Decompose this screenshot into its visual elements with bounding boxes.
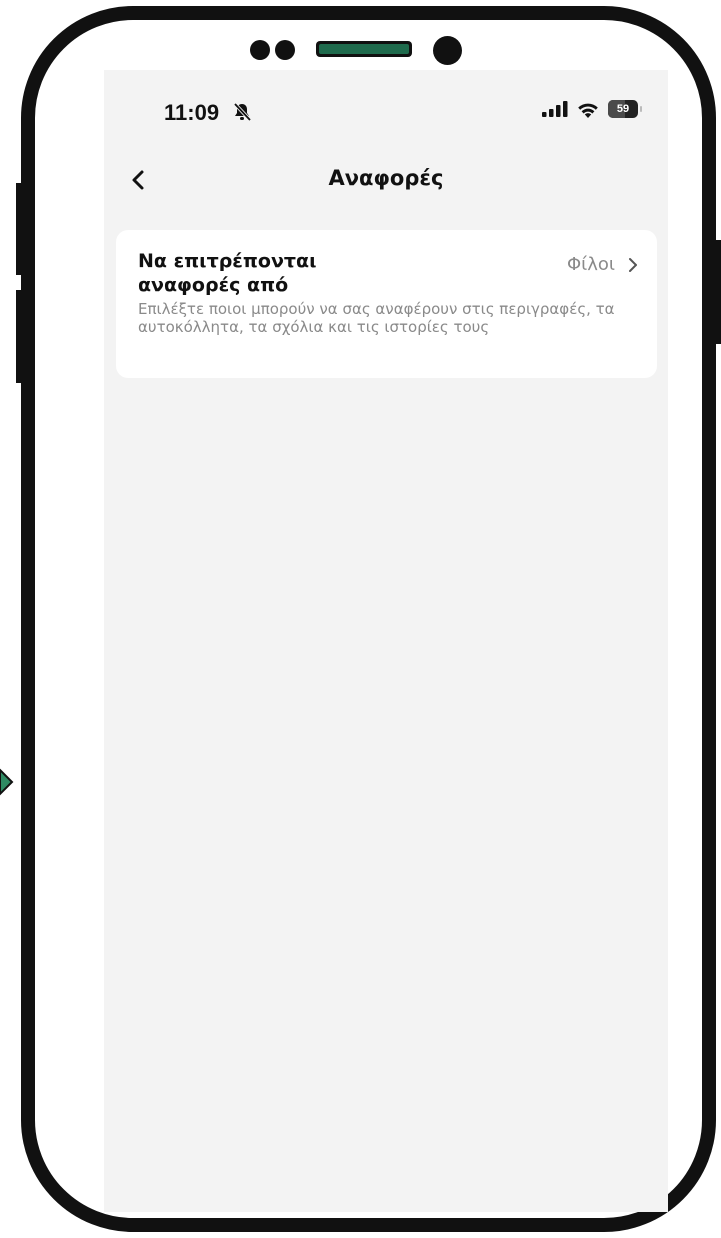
battery-level: 59 [616, 103, 630, 115]
battery-icon: 59 [608, 100, 642, 118]
arrow-marker-icon [0, 768, 14, 796]
setting-title: Να επιτρέπονται αναφορές από [138, 250, 317, 296]
camera-icon [433, 36, 462, 65]
page-title: Αναφορές [328, 166, 444, 190]
app-screen: 11:09 59 Αναφορές Να επιτρέπονται αναφορ… [104, 70, 668, 1212]
bell-slash-icon [233, 102, 252, 122]
chevron-right-icon [629, 257, 637, 272]
wifi-icon [578, 103, 598, 118]
setting-description: Επιλέξτε ποιοι μπορούν να σας αναφέρουν … [138, 300, 615, 336]
setting-value[interactable]: Φίλοι [567, 254, 639, 275]
status-time: 11:09 [164, 100, 220, 125]
status-icons: 59 [542, 100, 642, 118]
mentions-permission-row[interactable]: Να επιτρέπονται αναφορές από Επιλέξτε πο… [116, 230, 657, 378]
setting-value-label: Φίλοι [566, 254, 615, 275]
navigation-bar: Αναφορές [104, 160, 668, 200]
signal-icon [542, 101, 568, 117]
